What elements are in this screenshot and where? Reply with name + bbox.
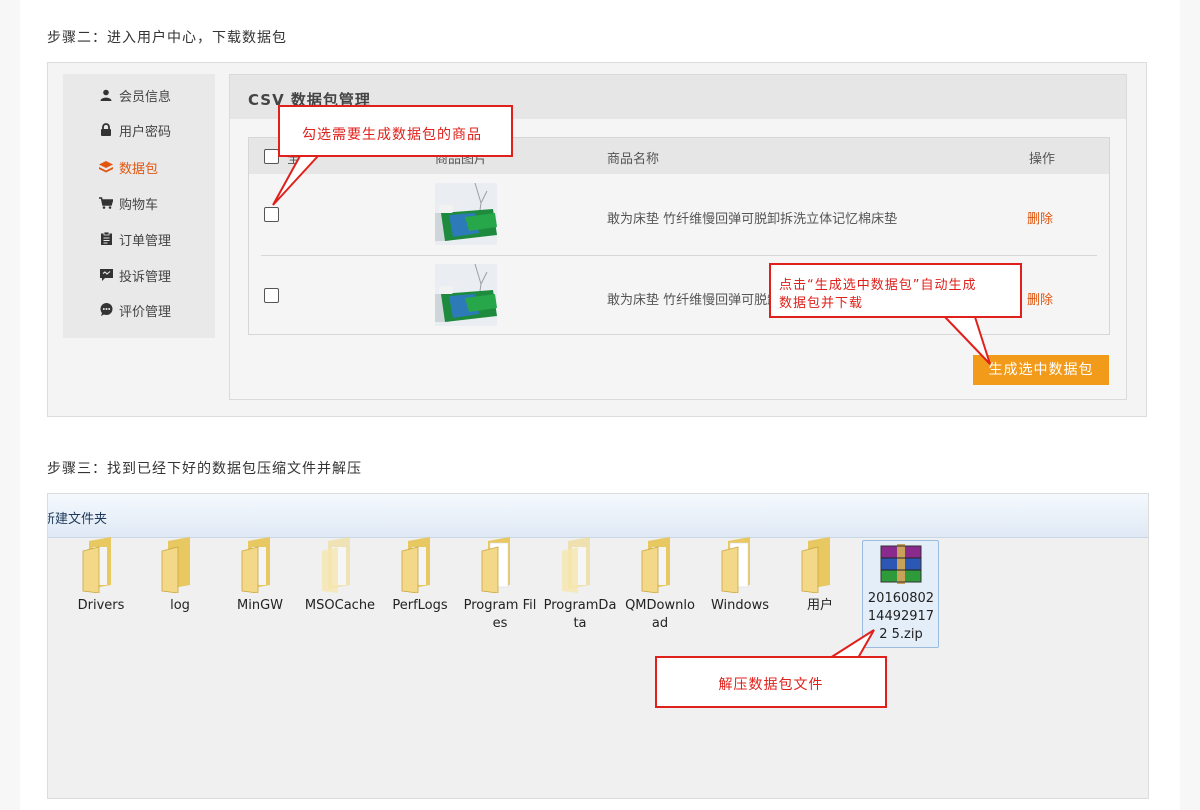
annotation-arrow-unzip: [829, 629, 875, 659]
callout-text: 解压数据包文件: [718, 677, 824, 693]
callout-unzip: 解压数据包文件: [655, 656, 887, 708]
